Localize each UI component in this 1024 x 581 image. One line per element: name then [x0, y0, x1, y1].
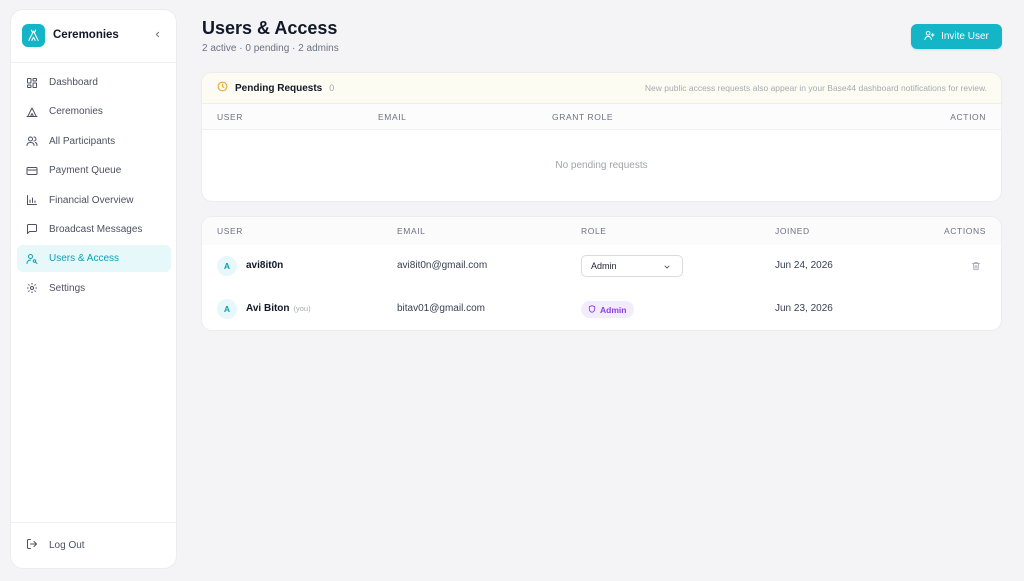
- column-header-role: ROLE: [581, 226, 607, 236]
- sidebar-item-financial-overview[interactable]: Financial Overview: [17, 187, 171, 214]
- sidebar-item-dashboard[interactable]: Dashboard: [17, 69, 171, 96]
- role-select-value: Admin: [591, 261, 617, 271]
- page-title: Users & Access: [202, 18, 338, 38]
- message-icon: [26, 223, 38, 235]
- user-name: avi8it0n: [246, 260, 284, 271]
- bar-chart-icon: [26, 194, 38, 206]
- column-header-joined: JOINED: [775, 226, 810, 236]
- user-email: bitav01@gmail.com: [397, 303, 485, 314]
- sidebar-item-all-participants[interactable]: All Participants: [17, 128, 171, 155]
- sidebar-item-label: Payment Queue: [49, 165, 122, 177]
- logout-label: Log Out: [49, 539, 85, 551]
- users-table-card: USER EMAIL ROLE JOINED ACTIONS A avi8it0…: [202, 217, 1001, 330]
- app-name: Ceremonies: [53, 29, 119, 41]
- logout-button[interactable]: Log Out: [17, 532, 171, 558]
- user-plus-icon: [924, 30, 935, 44]
- role-badge: Admin: [581, 301, 635, 318]
- sidebar-item-payment-queue[interactable]: Payment Queue: [17, 157, 171, 184]
- joined-date: Jun 24, 2026: [775, 260, 833, 271]
- invite-user-label: Invite User: [941, 31, 989, 42]
- role-select[interactable]: Admin: [581, 255, 683, 277]
- sidebar-nav: Dashboard Ceremonies All Participants Pa…: [17, 69, 171, 304]
- page-subtitle: 2 active · 0 pending · 2 admins: [202, 43, 339, 54]
- column-header-grant-role: GRANT ROLE: [552, 112, 614, 122]
- pending-requests-title: Pending Requests: [235, 82, 323, 94]
- credit-card-icon: [26, 165, 38, 177]
- pending-count: 0: [329, 83, 335, 93]
- joined-date: Jun 23, 2026: [775, 303, 833, 314]
- sidebar-item-ceremonies[interactable]: Ceremonies: [17, 98, 171, 125]
- chevron-left-icon: [155, 31, 159, 37]
- column-header-user: USER: [217, 226, 244, 236]
- shield-icon: [588, 304, 596, 315]
- column-header-user: USER: [217, 112, 244, 122]
- sidebar-item-label: Financial Overview: [49, 194, 134, 206]
- sidebar-item-label: Ceremonies: [49, 106, 103, 118]
- invite-user-button[interactable]: Invite User: [911, 24, 1002, 49]
- user-key-icon: [26, 253, 38, 265]
- tent-icon: [26, 106, 38, 118]
- table-header: USER EMAIL GRANT ROLE ACTION: [202, 104, 1001, 130]
- column-header-email: EMAIL: [378, 112, 407, 122]
- divider: [11, 62, 176, 63]
- delete-user-button[interactable]: [969, 259, 983, 273]
- sidebar: Ceremonies Dashboard Ceremonies All Part…: [11, 10, 176, 568]
- sidebar-item-label: Settings: [49, 282, 86, 294]
- column-header-email: EMAIL: [397, 226, 426, 236]
- sidebar-item-label: Users & Access: [49, 253, 120, 265]
- role-badge-label: Admin: [600, 304, 627, 315]
- brand: Ceremonies: [22, 23, 119, 47]
- table-header: USER EMAIL ROLE JOINED ACTIONS: [202, 217, 1001, 245]
- sidebar-item-label: Dashboard: [49, 77, 98, 88]
- collapse-sidebar-button[interactable]: [150, 27, 164, 41]
- user-name-text: Avi Biton: [246, 303, 290, 314]
- empty-state: No pending requests: [555, 160, 648, 171]
- sidebar-item-settings[interactable]: Settings: [17, 275, 171, 302]
- app-logo-icon: [22, 23, 45, 47]
- logout-icon: [26, 538, 38, 553]
- trash-icon: [971, 262, 981, 271]
- column-header-actions: ACTIONS: [944, 226, 986, 236]
- sidebar-item-label: Broadcast Messages: [49, 223, 143, 235]
- pending-requests-header: Pending Requests 0 New public access req…: [202, 73, 1001, 104]
- you-tag: (you): [293, 304, 311, 313]
- sidebar-item-users-access[interactable]: Users & Access: [17, 245, 171, 273]
- sidebar-item-label: All Participants: [49, 135, 116, 147]
- user-name: Avi Biton (you): [246, 303, 311, 314]
- table-row: A Avi Biton (you) bitav01@gmail.com Admin…: [202, 288, 1001, 330]
- gear-icon: [26, 282, 38, 294]
- avatar: A: [217, 299, 237, 319]
- table-row: A avi8it0n avi8it0n@gmail.com Admin Jun …: [202, 245, 1001, 287]
- avatar: A: [217, 256, 237, 276]
- pending-requests-card: Pending Requests 0 New public access req…: [202, 73, 1001, 201]
- chevron-down-icon: [663, 263, 671, 273]
- dashboard-icon: [26, 77, 38, 89]
- pending-note: New public access requests also appear i…: [644, 83, 987, 93]
- divider: [11, 522, 176, 523]
- sidebar-item-broadcast-messages[interactable]: Broadcast Messages: [17, 216, 171, 243]
- clock-icon: [217, 79, 228, 97]
- users-icon: [26, 135, 38, 147]
- column-header-action: ACTION: [950, 112, 986, 122]
- user-email: avi8it0n@gmail.com: [397, 260, 488, 271]
